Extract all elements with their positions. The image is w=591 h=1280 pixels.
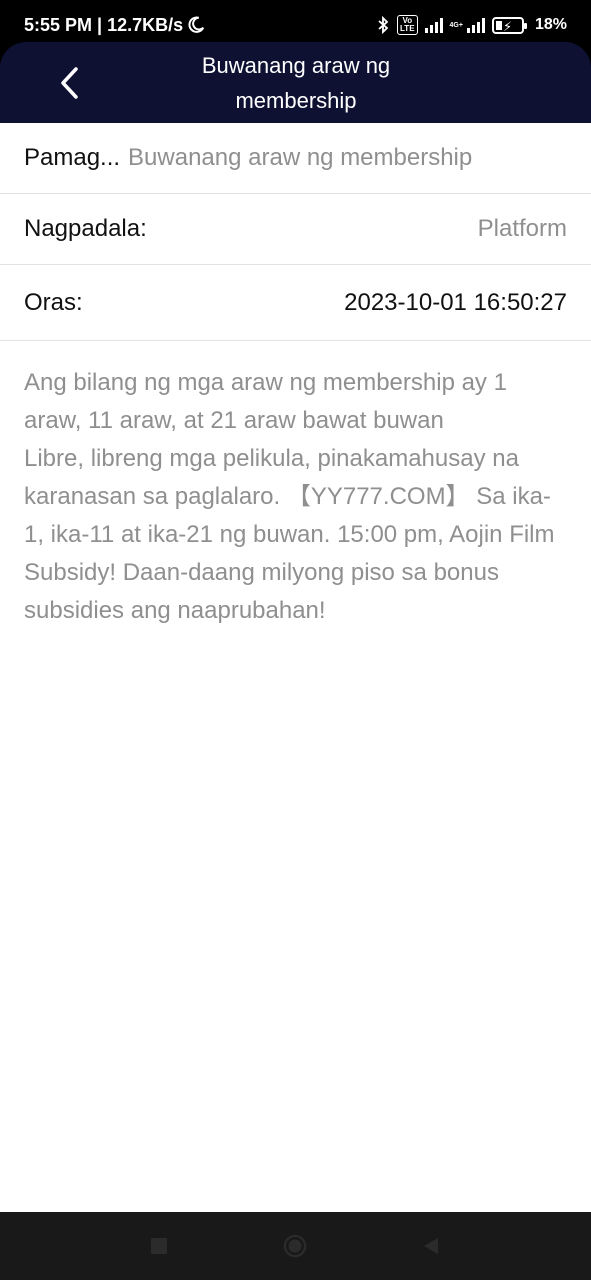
page-title-line2: membership <box>235 88 357 113</box>
subject-label: Pamag... <box>24 144 121 171</box>
sender-label: Nagpadala: <box>24 215 147 242</box>
bluetooth-icon <box>377 16 390 34</box>
signal-icon-2 <box>466 17 485 33</box>
back-button[interactable] <box>44 60 94 106</box>
time-value: 2023-10-01 16:50:27 <box>344 288 567 316</box>
message-body: Ang bilang ng mga araw ng membership ay … <box>0 341 591 630</box>
system-nav-bar <box>0 1212 591 1280</box>
time-row: Oras: 2023-10-01 16:50:27 <box>0 265 591 341</box>
back-nav-button[interactable] <box>419 1234 443 1258</box>
battery-percent: 18% <box>534 16 567 33</box>
status-right: Vo LTE 4G+ ⚡ 18% <box>377 15 567 35</box>
subject-value: Buwanang araw ng membership <box>128 144 473 171</box>
network-type: 4G+ <box>450 22 463 29</box>
page-title: Buwanang araw ng membership <box>170 48 422 118</box>
volte-icon: Vo LTE <box>397 15 418 35</box>
home-button[interactable] <box>283 1234 307 1258</box>
message-paragraph-2: Libre, libreng mga pelikula, pinakamahus… <box>24 445 555 624</box>
message-paragraph-1: Ang bilang ng mga araw ng membership ay … <box>24 369 507 434</box>
sender-value: Platform <box>477 215 567 242</box>
app-header: Buwanang araw ng membership <box>0 42 591 123</box>
page-title-line1: Buwanang araw ng <box>201 53 391 78</box>
message-detail: Pamag... Buwanang araw ng membership Nag… <box>0 123 591 1212</box>
subject-row: Pamag... Buwanang araw ng membership <box>0 123 591 194</box>
net-type-label: 4G+ <box>449 21 463 29</box>
sender-row: Nagpadala: Platform <box>0 194 591 265</box>
time-label: Oras: <box>24 288 83 316</box>
time-speed: 5:55 PM | 12.7KB/s <box>24 14 184 35</box>
chevron-left-icon <box>61 67 78 99</box>
home-circle-icon <box>283 1234 307 1258</box>
battery-icon: ⚡ <box>491 16 527 34</box>
back-triangle-icon <box>424 1238 438 1254</box>
recents-button[interactable] <box>147 1234 171 1258</box>
signal-icon-1 <box>424 17 443 33</box>
square-icon <box>151 1238 167 1254</box>
moon-icon <box>187 16 205 34</box>
status-left: 5:55 PM | 12.7KB/s <box>24 15 205 36</box>
